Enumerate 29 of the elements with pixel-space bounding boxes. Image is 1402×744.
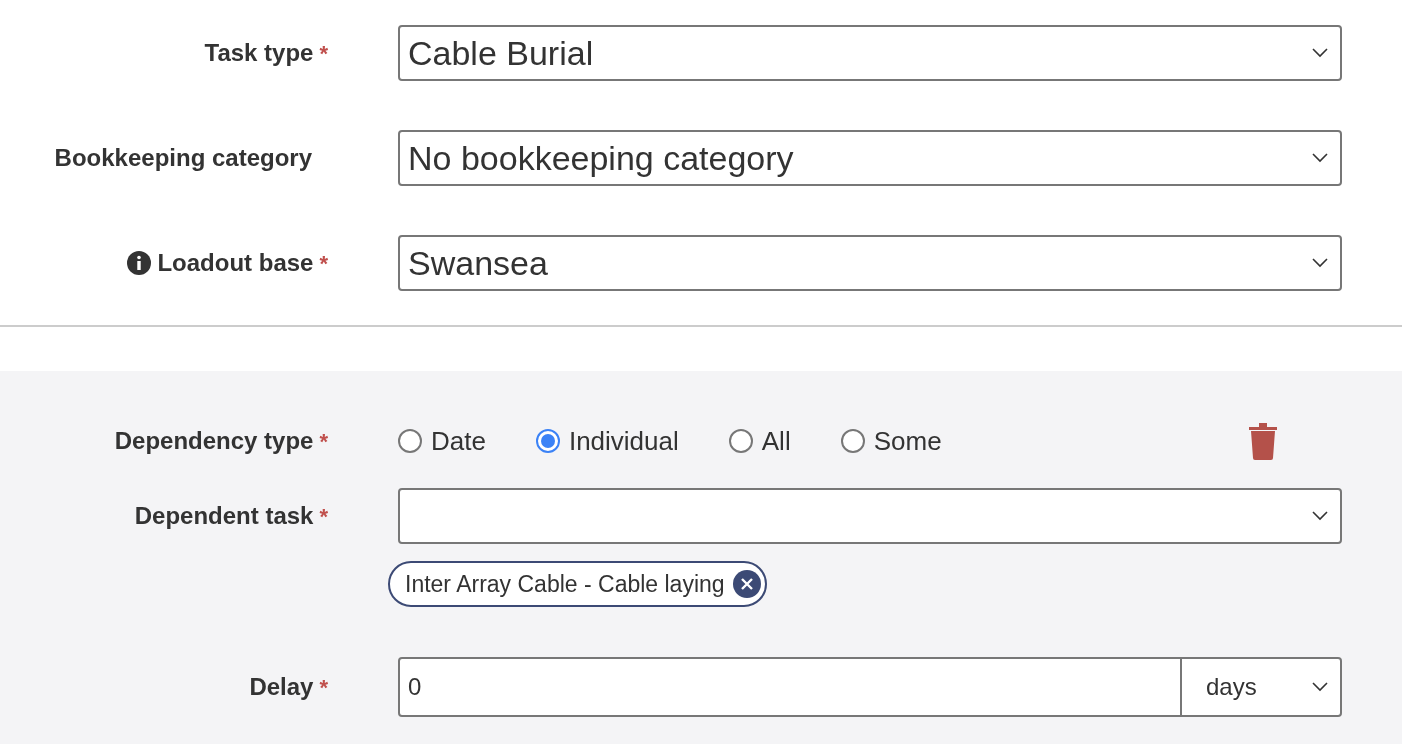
- field-label: Dependent task: [134, 501, 314, 531]
- required-mark: *: [319, 503, 328, 531]
- selected-task-chip: Inter Array Cable - Cable laying: [388, 561, 767, 607]
- radio-option[interactable]: Some: [840, 421, 942, 461]
- remove-icon[interactable]: [732, 570, 761, 598]
- chevron-down-icon: [1312, 511, 1328, 521]
- select-field[interactable]: Swansea: [398, 235, 1342, 291]
- unit-select[interactable]: days: [1182, 657, 1342, 717]
- field-label: Task type: [204, 38, 314, 68]
- chevron-down-icon: [1312, 682, 1328, 692]
- field-label: Delay: [249, 672, 314, 702]
- chevron-down-icon: [1312, 258, 1328, 268]
- field-label: Dependency type: [114, 426, 314, 456]
- field-label: Loadout base: [157, 248, 314, 278]
- select-field[interactable]: Cable Burial: [398, 25, 1342, 81]
- trash-icon[interactable]: [1248, 422, 1278, 460]
- field-label: Bookkeeping category: [54, 143, 312, 173]
- radio-option[interactable]: Date: [398, 421, 486, 461]
- required-mark: *: [319, 428, 328, 456]
- chevron-down-icon: [1312, 48, 1328, 58]
- required-mark: *: [319, 40, 328, 68]
- chevron-down-icon: [1312, 153, 1328, 163]
- required-mark: *: [319, 250, 328, 278]
- select-field[interactable]: No bookkeeping category: [398, 130, 1342, 186]
- required-mark: *: [319, 674, 328, 702]
- delay-input[interactable]: 0: [398, 657, 1182, 717]
- radio-option[interactable]: Individual: [535, 421, 679, 461]
- radio-option[interactable]: All: [728, 421, 791, 461]
- select-field[interactable]: [398, 488, 1342, 544]
